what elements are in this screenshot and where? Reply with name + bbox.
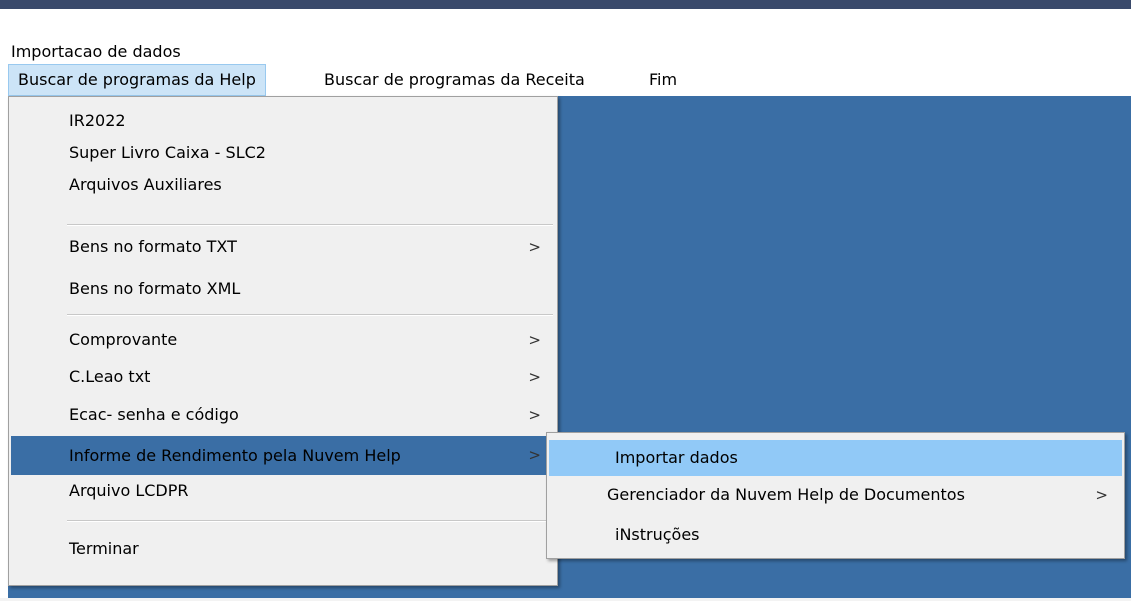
- menu-item-comprovante[interactable]: Comprovante >: [11, 324, 555, 356]
- menu-item-ir2022[interactable]: IR2022: [11, 105, 555, 137]
- menu-item-label: Informe de Rendimento pela Nuvem Help: [69, 446, 401, 465]
- menubar-item-fim[interactable]: Fim: [640, 64, 686, 96]
- menu-item-label: Importar dados: [615, 448, 738, 467]
- window-top-border: [0, 0, 1131, 9]
- menu-item-label: Comprovante: [69, 330, 178, 349]
- chevron-right-icon: >: [528, 406, 541, 424]
- chevron-right-icon: >: [528, 331, 541, 349]
- menu-separator-highlight: [67, 315, 553, 316]
- menu-item-terminar[interactable]: Terminar: [11, 533, 555, 565]
- menubar-item-buscar-help[interactable]: Buscar de programas da Help: [8, 64, 266, 96]
- menu-item-label: Ecac- senha e código: [69, 405, 239, 424]
- menu-item-label: Super Livro Caixa - SLC2: [69, 143, 266, 162]
- submenu-nuvem-help: Importar dados Gerenciador da Nuvem Help…: [546, 432, 1125, 559]
- submenu-item-instrucoes[interactable]: iNstruções: [549, 519, 1122, 551]
- menu-item-ecac[interactable]: Ecac- senha e código >: [11, 399, 555, 431]
- menu-item-super-livro-caixa[interactable]: Super Livro Caixa - SLC2: [11, 137, 555, 169]
- menu-item-bens-txt[interactable]: Bens no formato TXT >: [11, 231, 555, 263]
- menu-separator-highlight: [67, 521, 553, 522]
- menu-item-label: C.Leao txt: [69, 367, 151, 386]
- menu-item-label: IR2022: [69, 111, 126, 130]
- menu-item-informe-rendimento[interactable]: Informe de Rendimento pela Nuvem Help >: [11, 436, 555, 475]
- submenu-item-importar-dados[interactable]: Importar dados: [549, 440, 1122, 476]
- title-area: Importacao de dados: [0, 9, 1131, 65]
- menu-item-label: Gerenciador da Nuvem Help de Documentos: [607, 485, 965, 504]
- menu-item-cleao-txt[interactable]: C.Leao txt >: [11, 361, 555, 393]
- chevron-right-icon: >: [528, 238, 541, 256]
- menu-item-arquivo-lcdpr[interactable]: Arquivo LCDPR: [11, 475, 555, 507]
- dropdown-menu-help: IR2022 Super Livro Caixa - SLC2 Arquivos…: [8, 96, 558, 586]
- chevron-right-icon: >: [1095, 486, 1108, 504]
- menubar: Buscar de programas da Help Buscar de pr…: [8, 64, 1131, 96]
- menu-item-label: Terminar: [69, 539, 139, 558]
- window-title: Importacao de dados: [11, 42, 181, 61]
- chevron-right-icon: >: [528, 446, 541, 464]
- menu-item-bens-xml[interactable]: Bens no formato XML: [11, 273, 555, 305]
- menubar-item-buscar-receita[interactable]: Buscar de programas da Receita: [315, 64, 594, 96]
- chevron-right-icon: >: [528, 368, 541, 386]
- menu-separator-highlight: [67, 225, 553, 226]
- submenu-item-gerenciador[interactable]: Gerenciador da Nuvem Help de Documentos …: [549, 479, 1122, 511]
- menu-item-label: Arquivo LCDPR: [69, 481, 189, 500]
- menu-item-label: iNstruções: [615, 525, 700, 544]
- menu-item-label: Arquivos Auxiliares: [69, 175, 222, 194]
- menu-item-label: Bens no formato TXT: [69, 237, 237, 256]
- menu-item-arquivos-auxiliares[interactable]: Arquivos Auxiliares: [11, 169, 555, 201]
- menu-item-label: Bens no formato XML: [69, 279, 241, 298]
